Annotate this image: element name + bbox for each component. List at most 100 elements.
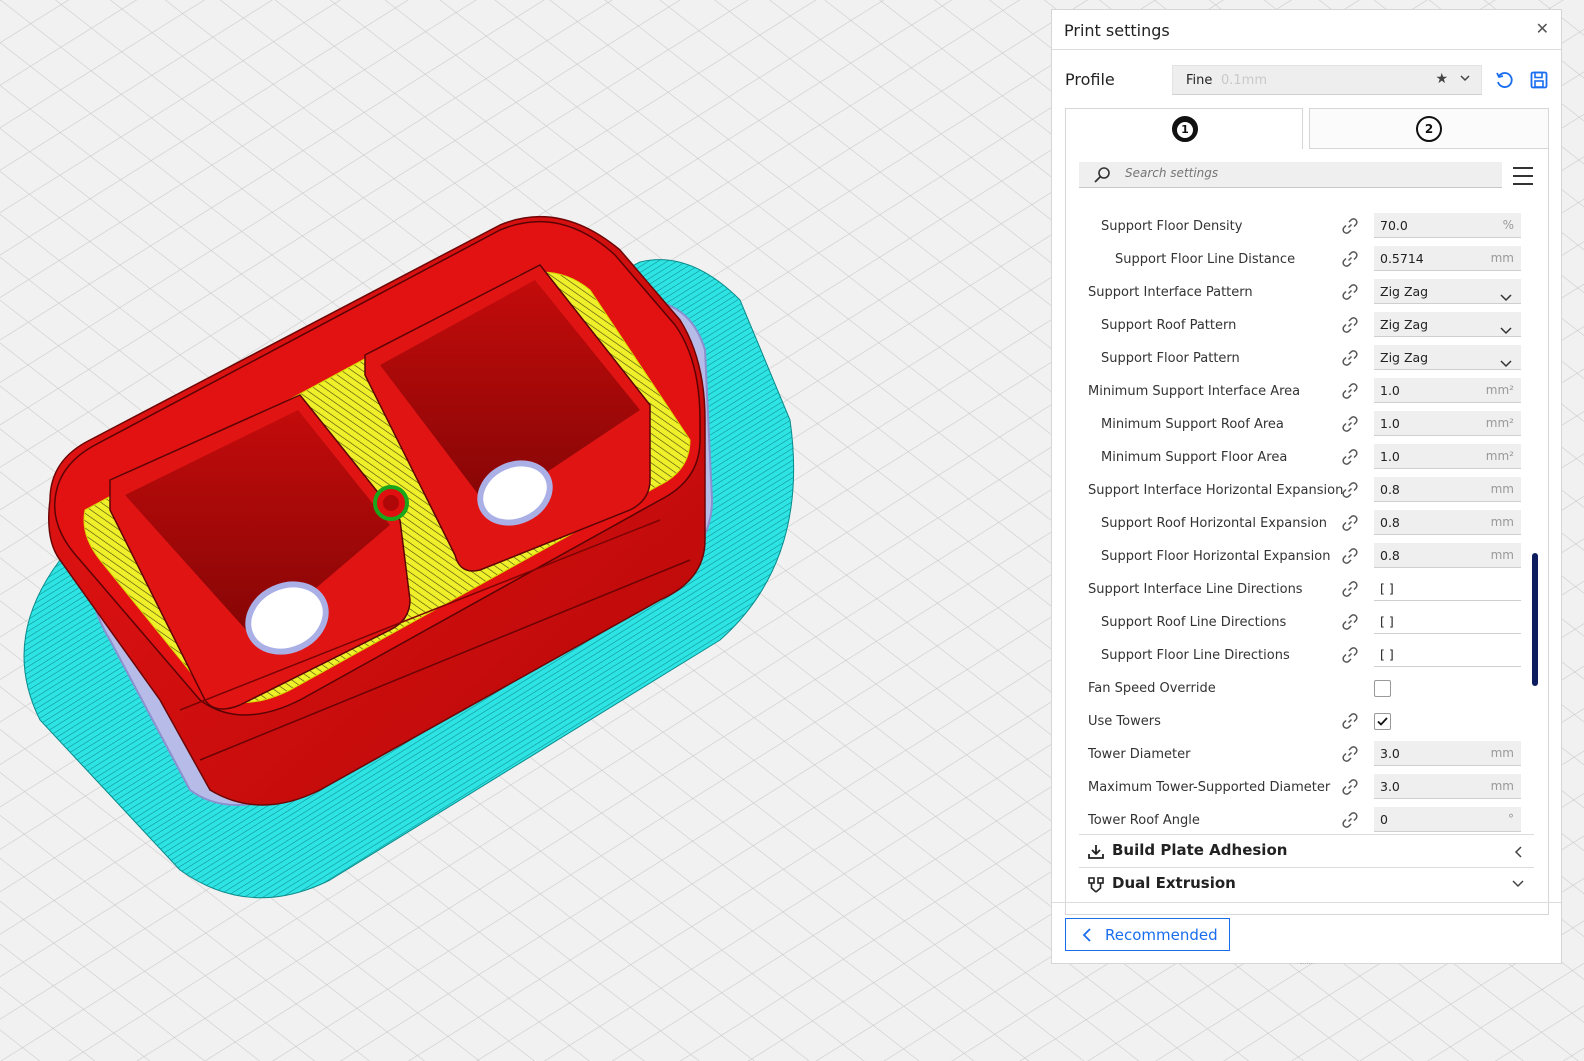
- setting-input[interactable]: 0.8 mm: [1374, 510, 1521, 535]
- setting-value: [ ]: [1380, 614, 1394, 629]
- chevron-down-icon: [1500, 287, 1512, 306]
- link-icon[interactable]: [1341, 283, 1359, 305]
- setting-row: Support Interface Line Directions [ ]: [1079, 573, 1534, 606]
- setting-label: Support Floor Line Directions: [1101, 648, 1290, 663]
- dual-extrusion-icon: [1088, 877, 1104, 893]
- settings-menu-icon[interactable]: [1513, 167, 1533, 191]
- setting-value: Zig Zag: [1380, 284, 1429, 299]
- link-icon[interactable]: [1341, 580, 1359, 602]
- setting-input[interactable]: 0.8 mm: [1374, 477, 1521, 502]
- setting-unit: mm²: [1485, 449, 1514, 463]
- profile-label: Profile: [1065, 70, 1115, 89]
- setting-checkbox[interactable]: [1374, 713, 1391, 730]
- setting-dropdown[interactable]: Zig Zag: [1374, 345, 1521, 370]
- chevron-down-icon: [1500, 320, 1512, 339]
- link-icon[interactable]: [1341, 547, 1359, 569]
- tab-extruder-2[interactable]: 2: [1309, 108, 1549, 149]
- setting-input[interactable]: 0 °: [1374, 807, 1521, 832]
- link-icon[interactable]: [1341, 349, 1359, 371]
- setting-row: Use Towers: [1079, 705, 1534, 738]
- link-icon[interactable]: [1341, 448, 1359, 470]
- category-dual-extrusion[interactable]: Dual Extrusion: [1079, 867, 1534, 901]
- setting-input[interactable]: 0.5714 mm: [1374, 246, 1521, 271]
- link-icon[interactable]: [1341, 811, 1359, 833]
- panel-title: Print settings: [1064, 21, 1170, 40]
- setting-dropdown[interactable]: Zig Zag: [1374, 312, 1521, 337]
- setting-row: Minimum Support Roof Area 1.0 mm²: [1079, 408, 1534, 441]
- link-icon[interactable]: [1341, 646, 1359, 668]
- build-plate-icon: [1088, 845, 1104, 859]
- setting-value: 0.8: [1380, 482, 1400, 497]
- link-icon[interactable]: [1341, 415, 1359, 437]
- link-icon[interactable]: [1341, 514, 1359, 536]
- setting-input[interactable]: 70.0%: [1374, 213, 1521, 238]
- setting-input[interactable]: 1.0 mm²: [1374, 444, 1521, 469]
- close-icon[interactable]: ✕: [1536, 19, 1549, 38]
- setting-label: Support Floor Pattern: [1101, 351, 1240, 366]
- extruder-2-icon: 2: [1416, 116, 1442, 142]
- setting-input[interactable]: [ ]: [1374, 576, 1521, 601]
- search-bar[interactable]: [1079, 162, 1502, 188]
- scrollbar[interactable]: [1532, 553, 1538, 686]
- print-settings-panel: Print settings ✕ Profile Fine 0.1mm ★ 1 …: [1051, 9, 1562, 964]
- star-icon[interactable]: ★: [1435, 71, 1448, 87]
- setting-label: Support Floor Line Distance: [1115, 252, 1296, 267]
- setting-row: Minimum Support Floor Area 1.0 mm²: [1079, 441, 1534, 474]
- setting-input[interactable]: 0.8 mm: [1374, 543, 1521, 568]
- setting-row: Support Floor Line Directions [ ]: [1079, 639, 1534, 672]
- setting-row: Maximum Tower-Supported Diameter 3.0 mm: [1079, 771, 1534, 804]
- setting-input[interactable]: [ ]: [1374, 642, 1521, 667]
- setting-input[interactable]: [ ]: [1374, 609, 1521, 634]
- setting-value: 0.8: [1380, 515, 1400, 530]
- setting-unit: mm: [1490, 251, 1514, 265]
- category-build-plate-adhesion[interactable]: Build Plate Adhesion: [1079, 834, 1534, 868]
- setting-checkbox[interactable]: [1374, 680, 1391, 697]
- setting-dropdown[interactable]: Zig Zag: [1374, 279, 1521, 304]
- setting-input[interactable]: 3.0 mm: [1374, 741, 1521, 766]
- search-icon: [1094, 167, 1110, 183]
- setting-unit: mm: [1490, 482, 1514, 496]
- setting-input[interactable]: 1.0 mm²: [1374, 378, 1521, 403]
- setting-input[interactable]: 3.0 mm: [1374, 774, 1521, 799]
- search-input[interactable]: [1125, 166, 1485, 180]
- profile-detail: 0.1mm: [1221, 73, 1268, 88]
- chevron-left-icon: [1514, 846, 1522, 858]
- link-icon[interactable]: [1341, 250, 1359, 272]
- save-icon[interactable]: [1529, 70, 1549, 90]
- recommended-label: Recommended: [1105, 926, 1218, 944]
- setting-unit: mm²: [1485, 383, 1514, 397]
- setting-value: 3.0: [1380, 746, 1400, 761]
- setting-label: Minimum Support Floor Area: [1101, 450, 1288, 465]
- setting-label: Support Roof Line Directions: [1101, 615, 1287, 630]
- divider: [1052, 49, 1561, 50]
- link-icon[interactable]: [1341, 382, 1359, 404]
- link-icon[interactable]: [1341, 316, 1359, 338]
- resize-grip[interactable]: [1300, 963, 1314, 966]
- link-icon[interactable]: [1341, 613, 1359, 635]
- setting-value: 1.0: [1380, 416, 1400, 431]
- setting-value: Zig Zag: [1380, 350, 1429, 365]
- setting-row: Minimum Support Interface Area 1.0 mm²: [1079, 375, 1534, 408]
- profile-dropdown[interactable]: Fine 0.1mm ★: [1172, 65, 1482, 95]
- setting-input[interactable]: 1.0 mm²: [1374, 411, 1521, 436]
- link-icon[interactable]: [1341, 712, 1359, 734]
- setting-value: 1.0: [1380, 449, 1400, 464]
- reset-icon[interactable]: [1494, 70, 1514, 90]
- setting-label: Support Interface Pattern: [1088, 285, 1253, 300]
- tab-extruder-1[interactable]: 1: [1065, 108, 1303, 149]
- setting-row: Fan Speed Override: [1079, 672, 1534, 705]
- link-icon[interactable]: [1341, 745, 1359, 767]
- link-icon[interactable]: [1341, 778, 1359, 800]
- link-icon[interactable]: [1341, 481, 1359, 503]
- setting-value: 3.0: [1380, 779, 1400, 794]
- setting-label: Support Roof Pattern: [1101, 318, 1237, 333]
- chevron-down-icon: [1500, 353, 1512, 372]
- setting-row: Tower Roof Angle 0 °: [1079, 804, 1534, 837]
- setting-label: Support Interface Line Directions: [1088, 582, 1303, 597]
- recommended-button[interactable]: Recommended: [1065, 918, 1230, 951]
- setting-row: Support Interface Pattern Zig Zag: [1079, 276, 1534, 309]
- setting-label: Tower Diameter: [1088, 747, 1191, 762]
- link-icon[interactable]: [1341, 217, 1359, 239]
- category-label: Build Plate Adhesion: [1112, 841, 1288, 859]
- setting-label: Support Floor Horizontal Expansion: [1101, 549, 1331, 564]
